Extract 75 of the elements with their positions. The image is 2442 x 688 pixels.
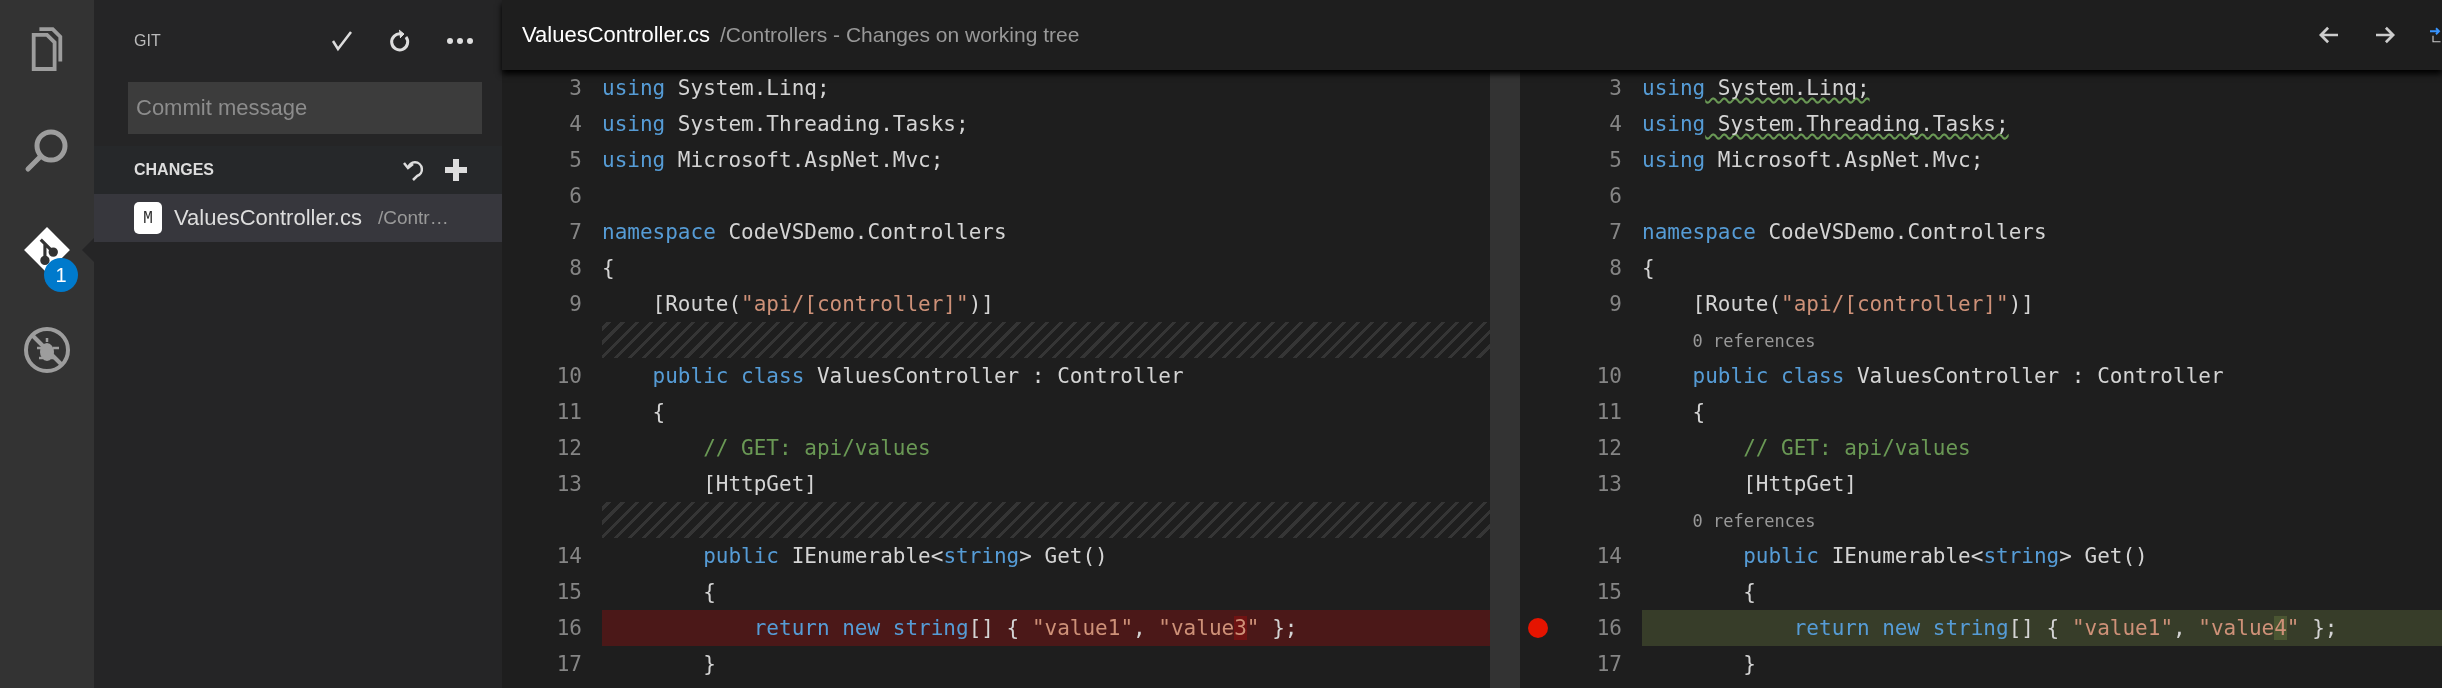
arrow-left-icon[interactable] [2318, 26, 2340, 44]
file-path: /Contr… [377, 207, 449, 229]
code-line: public IEnumerable<string> Get() [702, 543, 1109, 570]
code-line: using Microsoft.AspNet.Mvc; [602, 147, 945, 174]
line-number: 8 [568, 256, 583, 280]
line-number: 7 [568, 220, 583, 244]
line-number: 7 [1608, 220, 1623, 244]
code-line: [Route("api/[controller]")] [651, 291, 995, 318]
line-number: 6 [568, 184, 583, 208]
line-number: 9 [568, 292, 583, 316]
code-line: namespace CodeVSDemo.Controllers [602, 219, 1008, 246]
code-line: using System.Threading.Tasks; [602, 111, 970, 138]
code-line: } [1742, 651, 1757, 678]
editor-description: /Controllers - Changes on working tree [719, 23, 1081, 47]
line-number: 10 [555, 364, 583, 388]
line-number: 3 [568, 76, 583, 100]
code-line: { [651, 399, 667, 426]
file-name: ValuesController.cs [174, 205, 362, 231]
code-line: namespace CodeVSDemo.Controllers [1642, 219, 2048, 246]
code-line: [HttpGet] [702, 471, 818, 498]
bug-icon[interactable] [23, 326, 71, 374]
codelens-link[interactable]: 0 references [1692, 511, 1816, 531]
line-number: 5 [1608, 148, 1623, 172]
line-number: 6 [1608, 184, 1623, 208]
code-line: public class ValuesController : Controller [651, 363, 1185, 390]
plus-icon[interactable] [444, 158, 468, 182]
code-line: [Route("api/[controller]")] [1691, 291, 2035, 318]
line-number: 16 [1595, 616, 1623, 640]
editor-title: ValuesController.cs [522, 22, 710, 48]
codelens-link[interactable]: 0 references [1692, 331, 1816, 351]
code-line: // GET: api/values [702, 435, 932, 462]
line-number: 17 [555, 652, 583, 676]
line-number: 3 [1608, 76, 1623, 100]
line-number: 13 [1595, 472, 1623, 496]
breakpoint-icon[interactable] [1528, 618, 1548, 638]
line-number: 10 [1595, 364, 1623, 388]
more-icon[interactable] [446, 37, 474, 45]
code-line: } [702, 651, 717, 678]
line-number: 15 [555, 580, 583, 604]
code-line: { [1642, 255, 1656, 282]
code-line: public IEnumerable<string> Get() [1742, 543, 2149, 570]
line-number: 4 [568, 112, 583, 136]
code-line: [HttpGet] [1742, 471, 1858, 498]
code-line: public class ValuesController : Controller [1691, 363, 2225, 390]
line-number: 8 [1608, 256, 1623, 280]
code-line: { [702, 579, 717, 606]
code-line: { [1742, 579, 1757, 606]
line-number: 11 [555, 400, 583, 424]
code-line: using Microsoft.AspNet.Mvc; [1642, 147, 1985, 174]
code-line: { [1691, 399, 1707, 426]
line-number: 13 [555, 472, 583, 496]
checkmark-icon[interactable] [330, 29, 354, 53]
panel-title: GIT [134, 32, 162, 50]
scrollbar[interactable] [1490, 70, 1520, 688]
code-line: using System.Linq; [602, 75, 831, 102]
refresh-icon[interactable] [388, 29, 412, 53]
line-number: 11 [1595, 400, 1623, 424]
status-badge: M [134, 202, 162, 234]
commit-message-field[interactable]: Commit message [128, 82, 482, 134]
line-number: 12 [1595, 436, 1623, 460]
line-number: 17 [1595, 652, 1623, 676]
line-number: 15 [1595, 580, 1623, 604]
code-line: { [602, 255, 616, 282]
line-number: 14 [1595, 544, 1623, 568]
line-number: 14 [555, 544, 583, 568]
arrow-into-box-icon[interactable] [2430, 25, 2442, 45]
count-badge: 1 [44, 258, 78, 292]
line-number: 9 [1608, 292, 1623, 316]
line-number: 5 [568, 148, 583, 172]
line-number: 4 [1608, 112, 1623, 136]
file-list-item[interactable]: M ValuesController.cs /Contr… [94, 194, 502, 242]
line-number: 16 [555, 616, 583, 640]
code-line: // GET: api/values [1742, 435, 1972, 462]
line-number: 12 [555, 436, 583, 460]
arrow-right-icon[interactable] [2374, 26, 2396, 44]
